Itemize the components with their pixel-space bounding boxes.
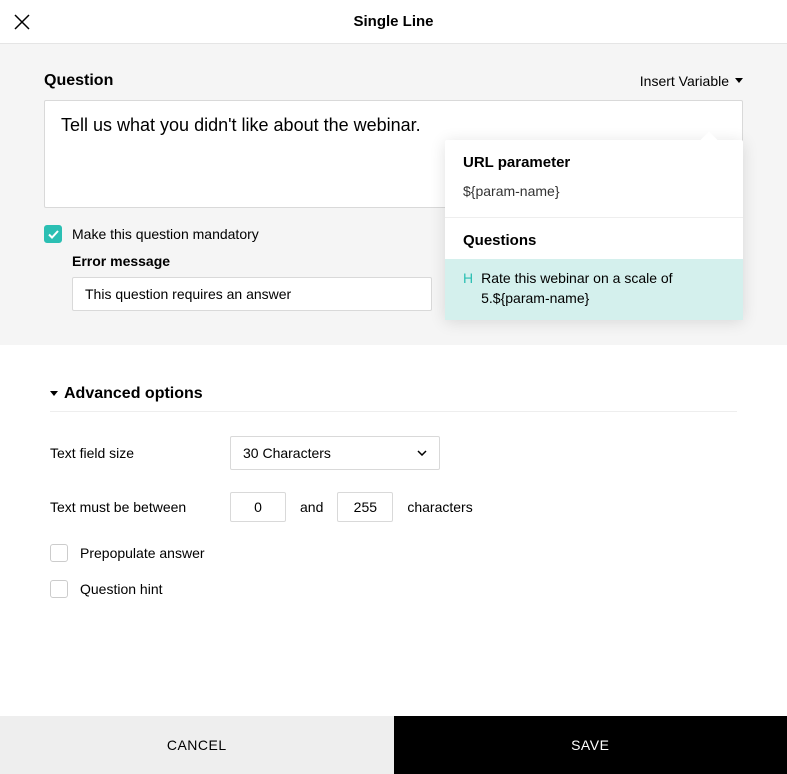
text-field-size-select[interactable]: 30 Characters (230, 436, 440, 470)
question-hint-label: Question hint (80, 581, 163, 597)
question-item-prefix: H (463, 269, 473, 308)
insert-variable-dropdown: URL parameter ${param-name} Questions H … (445, 140, 743, 320)
caret-down-icon (50, 391, 58, 397)
question-variable-item[interactable]: H Rate this webinar on a scale of 5.${pa… (445, 259, 743, 320)
prepopulate-label: Prepopulate answer (80, 545, 205, 561)
prepopulate-checkbox[interactable] (50, 544, 68, 562)
close-button[interactable] (0, 0, 44, 44)
modal-title: Single Line (0, 13, 787, 30)
modal-footer: CANCEL SAVE (0, 716, 787, 774)
min-chars-input[interactable] (230, 492, 286, 522)
text-between-label: Text must be between (50, 499, 230, 515)
advanced-options-toggle[interactable]: Advanced options (50, 385, 737, 412)
characters-label: characters (407, 499, 472, 515)
text-field-size-label: Text field size (50, 445, 230, 461)
advanced-options-label: Advanced options (64, 385, 203, 403)
url-parameter-heading: URL parameter (463, 154, 725, 171)
modal-header: Single Line (0, 0, 787, 44)
and-label: and (300, 499, 323, 515)
text-field-size-value: 30 Characters (243, 445, 331, 461)
mandatory-checkbox[interactable] (44, 225, 62, 243)
question-hint-checkbox[interactable] (50, 580, 68, 598)
mandatory-label: Make this question mandatory (72, 226, 259, 242)
cancel-button[interactable]: CANCEL (0, 716, 394, 774)
advanced-section: Advanced options Text field size 30 Char… (0, 345, 787, 646)
caret-down-icon (735, 78, 743, 84)
insert-variable-button[interactable]: Insert Variable (640, 73, 743, 89)
chevron-down-icon (417, 450, 427, 456)
save-button[interactable]: SAVE (394, 716, 787, 774)
url-parameter-value[interactable]: ${param-name} (463, 179, 725, 203)
close-icon (14, 14, 30, 30)
error-message-input[interactable] (72, 277, 432, 311)
insert-variable-label: Insert Variable (640, 73, 729, 89)
question-item-text: Rate this webinar on a scale of 5.${para… (481, 269, 725, 308)
question-section: Question Insert Variable Make this quest… (0, 44, 787, 345)
questions-heading: Questions (463, 232, 725, 249)
max-chars-input[interactable] (337, 492, 393, 522)
question-label: Question (44, 72, 113, 90)
